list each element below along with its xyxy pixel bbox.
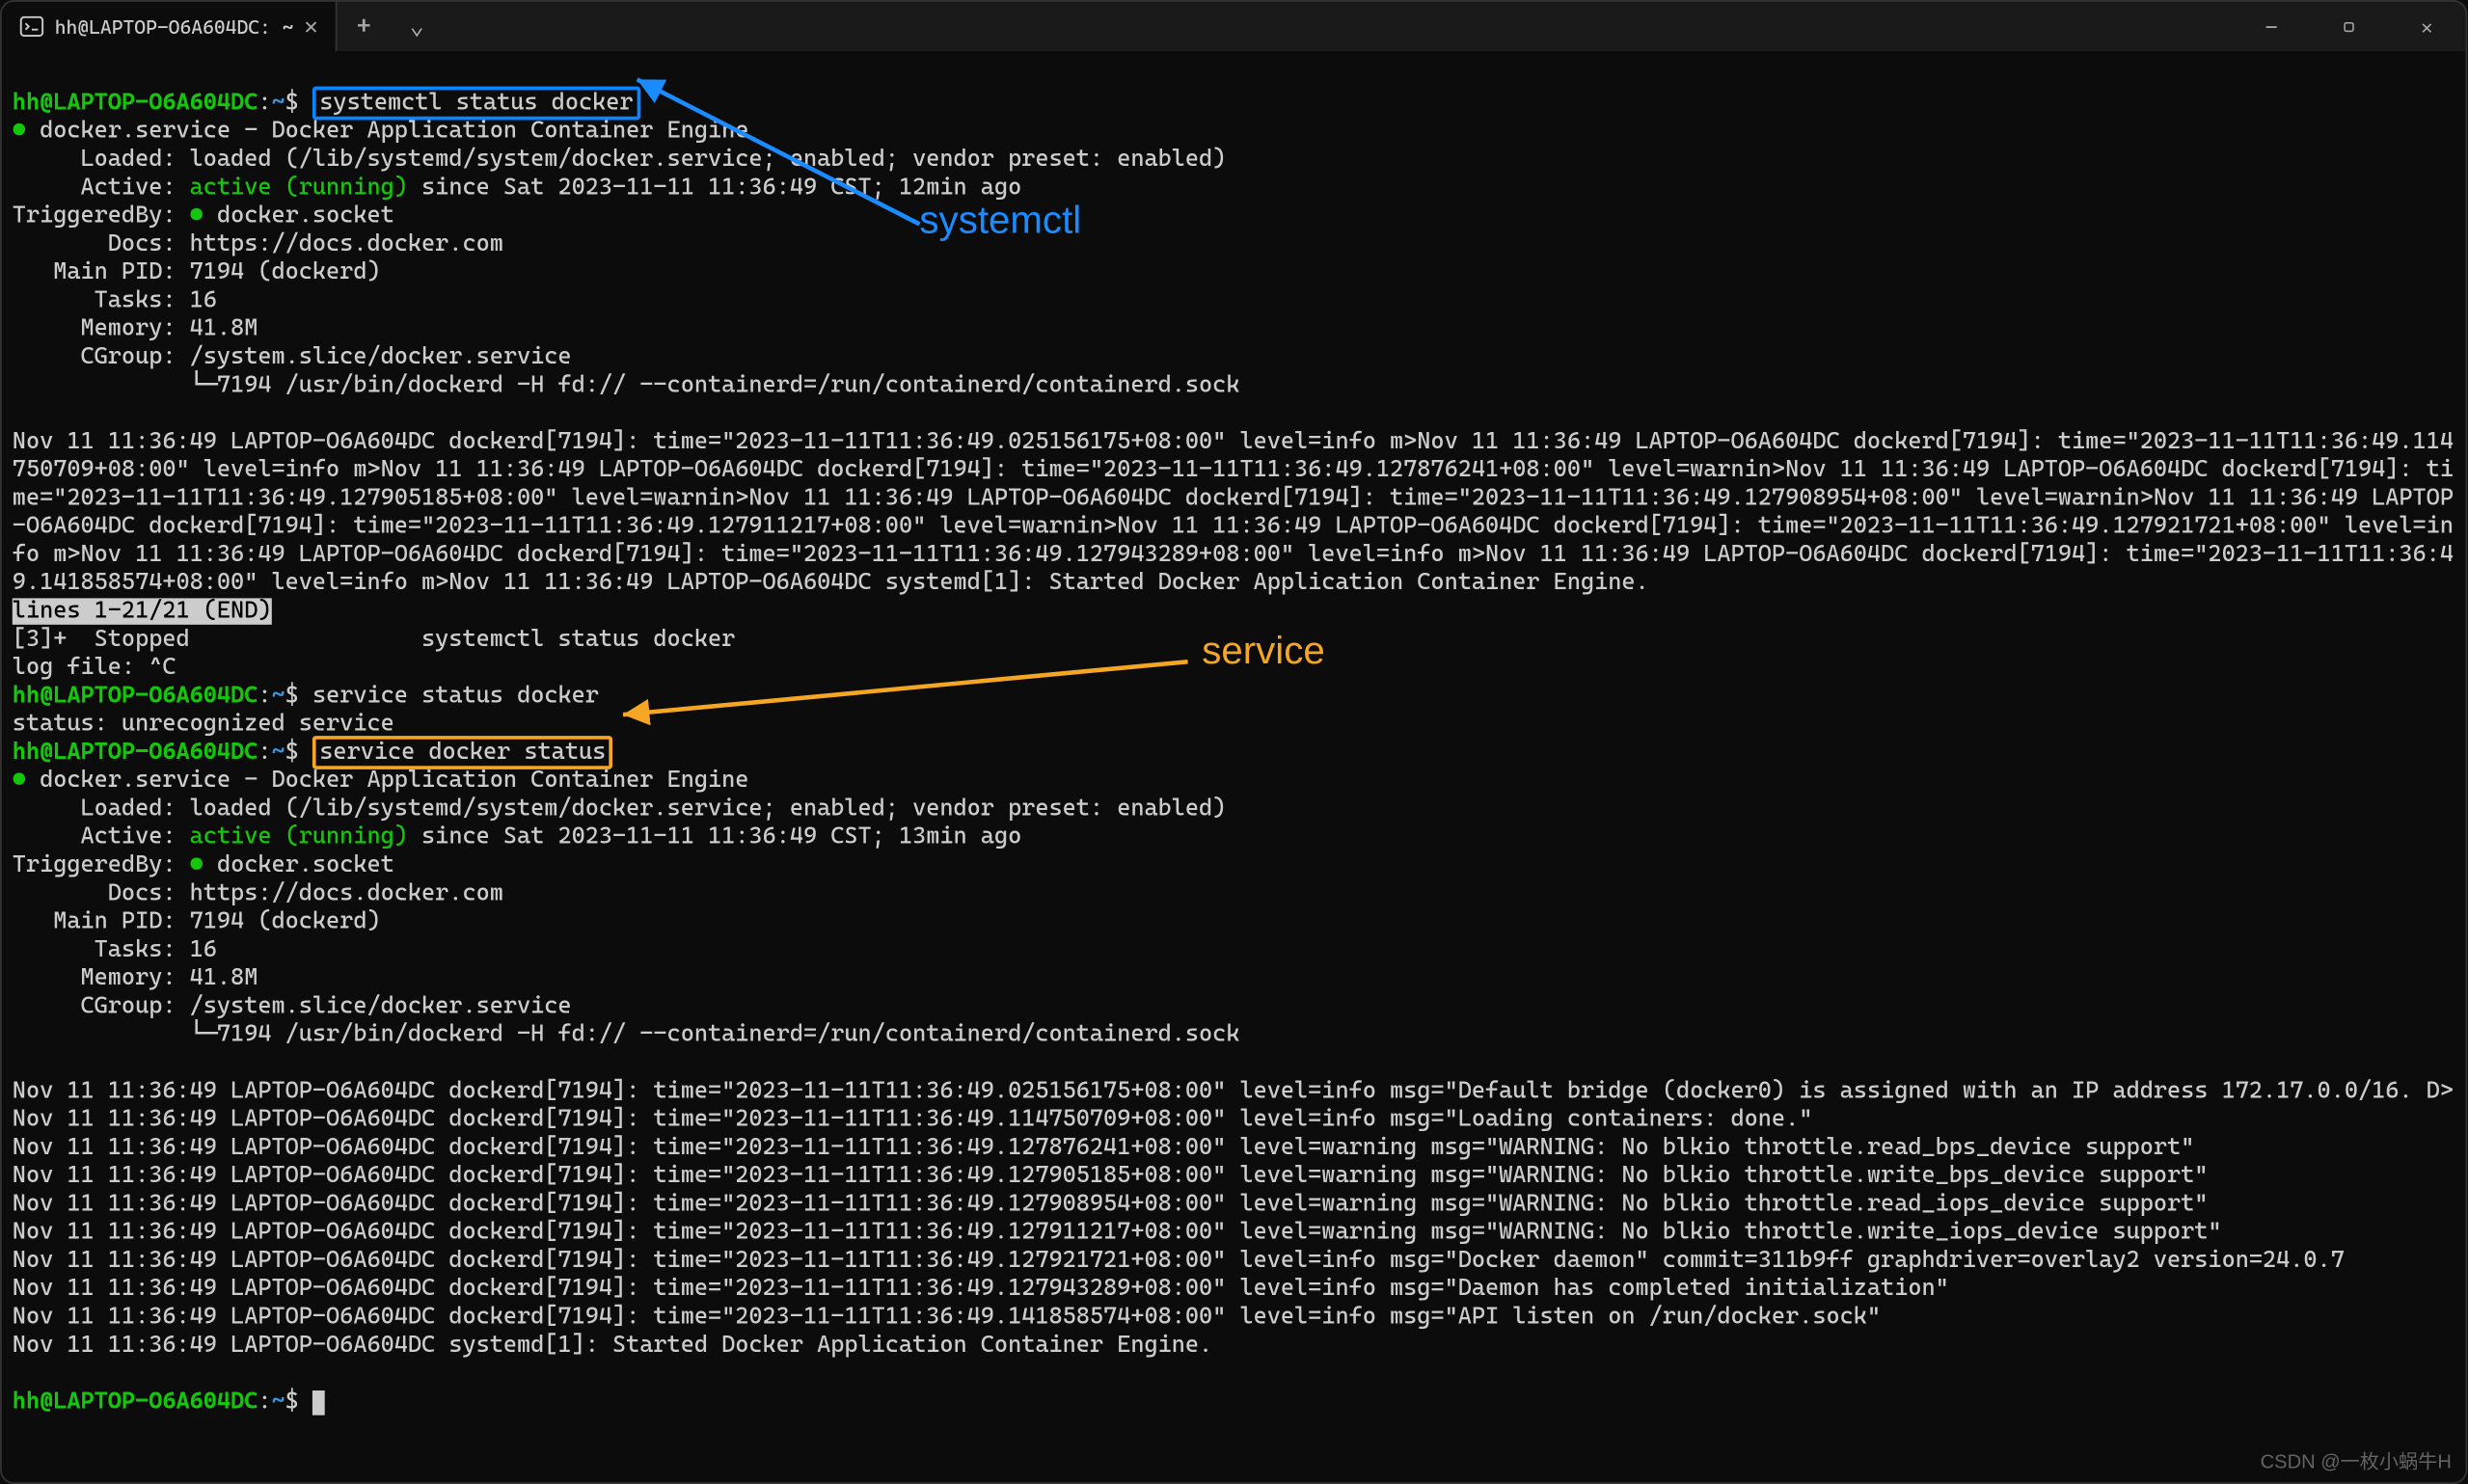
close-window-button[interactable]: ✕ bbox=[2388, 2, 2466, 51]
command-service: service docker status bbox=[312, 736, 613, 769]
log-line: 9.141858574+08:00" level=info m>Nov 11 1… bbox=[13, 570, 1649, 596]
log-line: Nov 11 11:36:49 LAPTOP-O6A604DC dockerd[… bbox=[13, 1106, 1813, 1132]
minimize-button[interactable]: — bbox=[2233, 2, 2311, 51]
log-line: Nov 11 11:36:49 LAPTOP-O6A604DC dockerd[… bbox=[13, 1248, 2345, 1274]
log-line: me="2023-11-11T11:36:49.127905185+08:00"… bbox=[13, 485, 2454, 511]
log-line: Nov 11 11:36:49 LAPTOP-O6A604DC dockerd[… bbox=[13, 1304, 1881, 1330]
terminal-output[interactable]: hh@LAPTOP-O6A604DC:~$ systemctl status d… bbox=[2, 51, 2466, 1484]
log-line: -O6A604DC dockerd[7194]: time="2023-11-1… bbox=[13, 514, 2454, 540]
tab-close-button[interactable]: ✕ bbox=[304, 13, 317, 40]
log-line: Nov 11 11:36:49 LAPTOP-O6A604DC dockerd[… bbox=[13, 1078, 2454, 1104]
active-state: active (running) bbox=[190, 175, 408, 201]
status-dot-icon: ● bbox=[13, 119, 26, 145]
log-line: Nov 11 11:36:49 LAPTOP-O6A604DC dockerd[… bbox=[13, 1163, 2209, 1189]
command-service-wrong: service status docker bbox=[312, 683, 599, 709]
tab-dropdown-button[interactable]: ⌄ bbox=[391, 2, 444, 51]
log-line: Nov 11 11:36:49 LAPTOP-O6A604DC dockerd[… bbox=[13, 1276, 1949, 1302]
maximize-button[interactable]: ▢ bbox=[2310, 2, 2388, 51]
log-line: Nov 11 11:36:49 LAPTOP-O6A604DC dockerd[… bbox=[13, 1135, 2194, 1161]
log-line: 750709+08:00" level=info m>Nov 11 11:36:… bbox=[13, 457, 2454, 483]
terminal-icon bbox=[19, 14, 44, 40]
terminal-tab[interactable]: hh@LAPTOP-O6A604DC: ~ ✕ bbox=[2, 2, 338, 51]
cursor-icon bbox=[312, 1390, 325, 1416]
new-tab-button[interactable]: + bbox=[338, 2, 391, 51]
service-title: docker.service - Docker Application Cont… bbox=[40, 119, 748, 145]
log-line: fo m>Nov 11 11:36:49 LAPTOP-O6A604DC doc… bbox=[13, 542, 2454, 568]
watermark: CSDN @一枚小蜗牛H bbox=[2261, 1447, 2452, 1475]
arrow-orange-icon bbox=[606, 644, 1206, 733]
stopped-job: [3]+ Stopped systemctl status docker bbox=[13, 627, 735, 653]
command-systemctl: systemctl status docker bbox=[312, 87, 640, 121]
log-line: Nov 11 11:36:49 LAPTOP-O6A604DC dockerd[… bbox=[13, 1220, 2222, 1246]
pager-status: lines 1-21/21 (END) bbox=[13, 598, 272, 624]
titlebar: hh@LAPTOP-O6A604DC: ~ ✕ + ⌄ — ▢ ✕ bbox=[2, 2, 2466, 51]
annotation-systemctl: systemctl bbox=[919, 206, 1081, 234]
log-line: Nov 11 11:36:49 LAPTOP-O6A604DC systemd[… bbox=[13, 1333, 1212, 1359]
tab-title: hh@LAPTOP-O6A604DC: ~ bbox=[55, 15, 294, 39]
log-line: Nov 11 11:36:49 LAPTOP-O6A604DC dockerd[… bbox=[13, 429, 2454, 455]
prompt-user: hh@LAPTOP-O6A604DC bbox=[13, 90, 258, 116]
annotation-service: service bbox=[1202, 637, 1325, 665]
error-message: status: unrecognized service bbox=[13, 711, 394, 737]
log-line: Nov 11 11:36:49 LAPTOP-O6A604DC dockerd[… bbox=[13, 1191, 2209, 1217]
